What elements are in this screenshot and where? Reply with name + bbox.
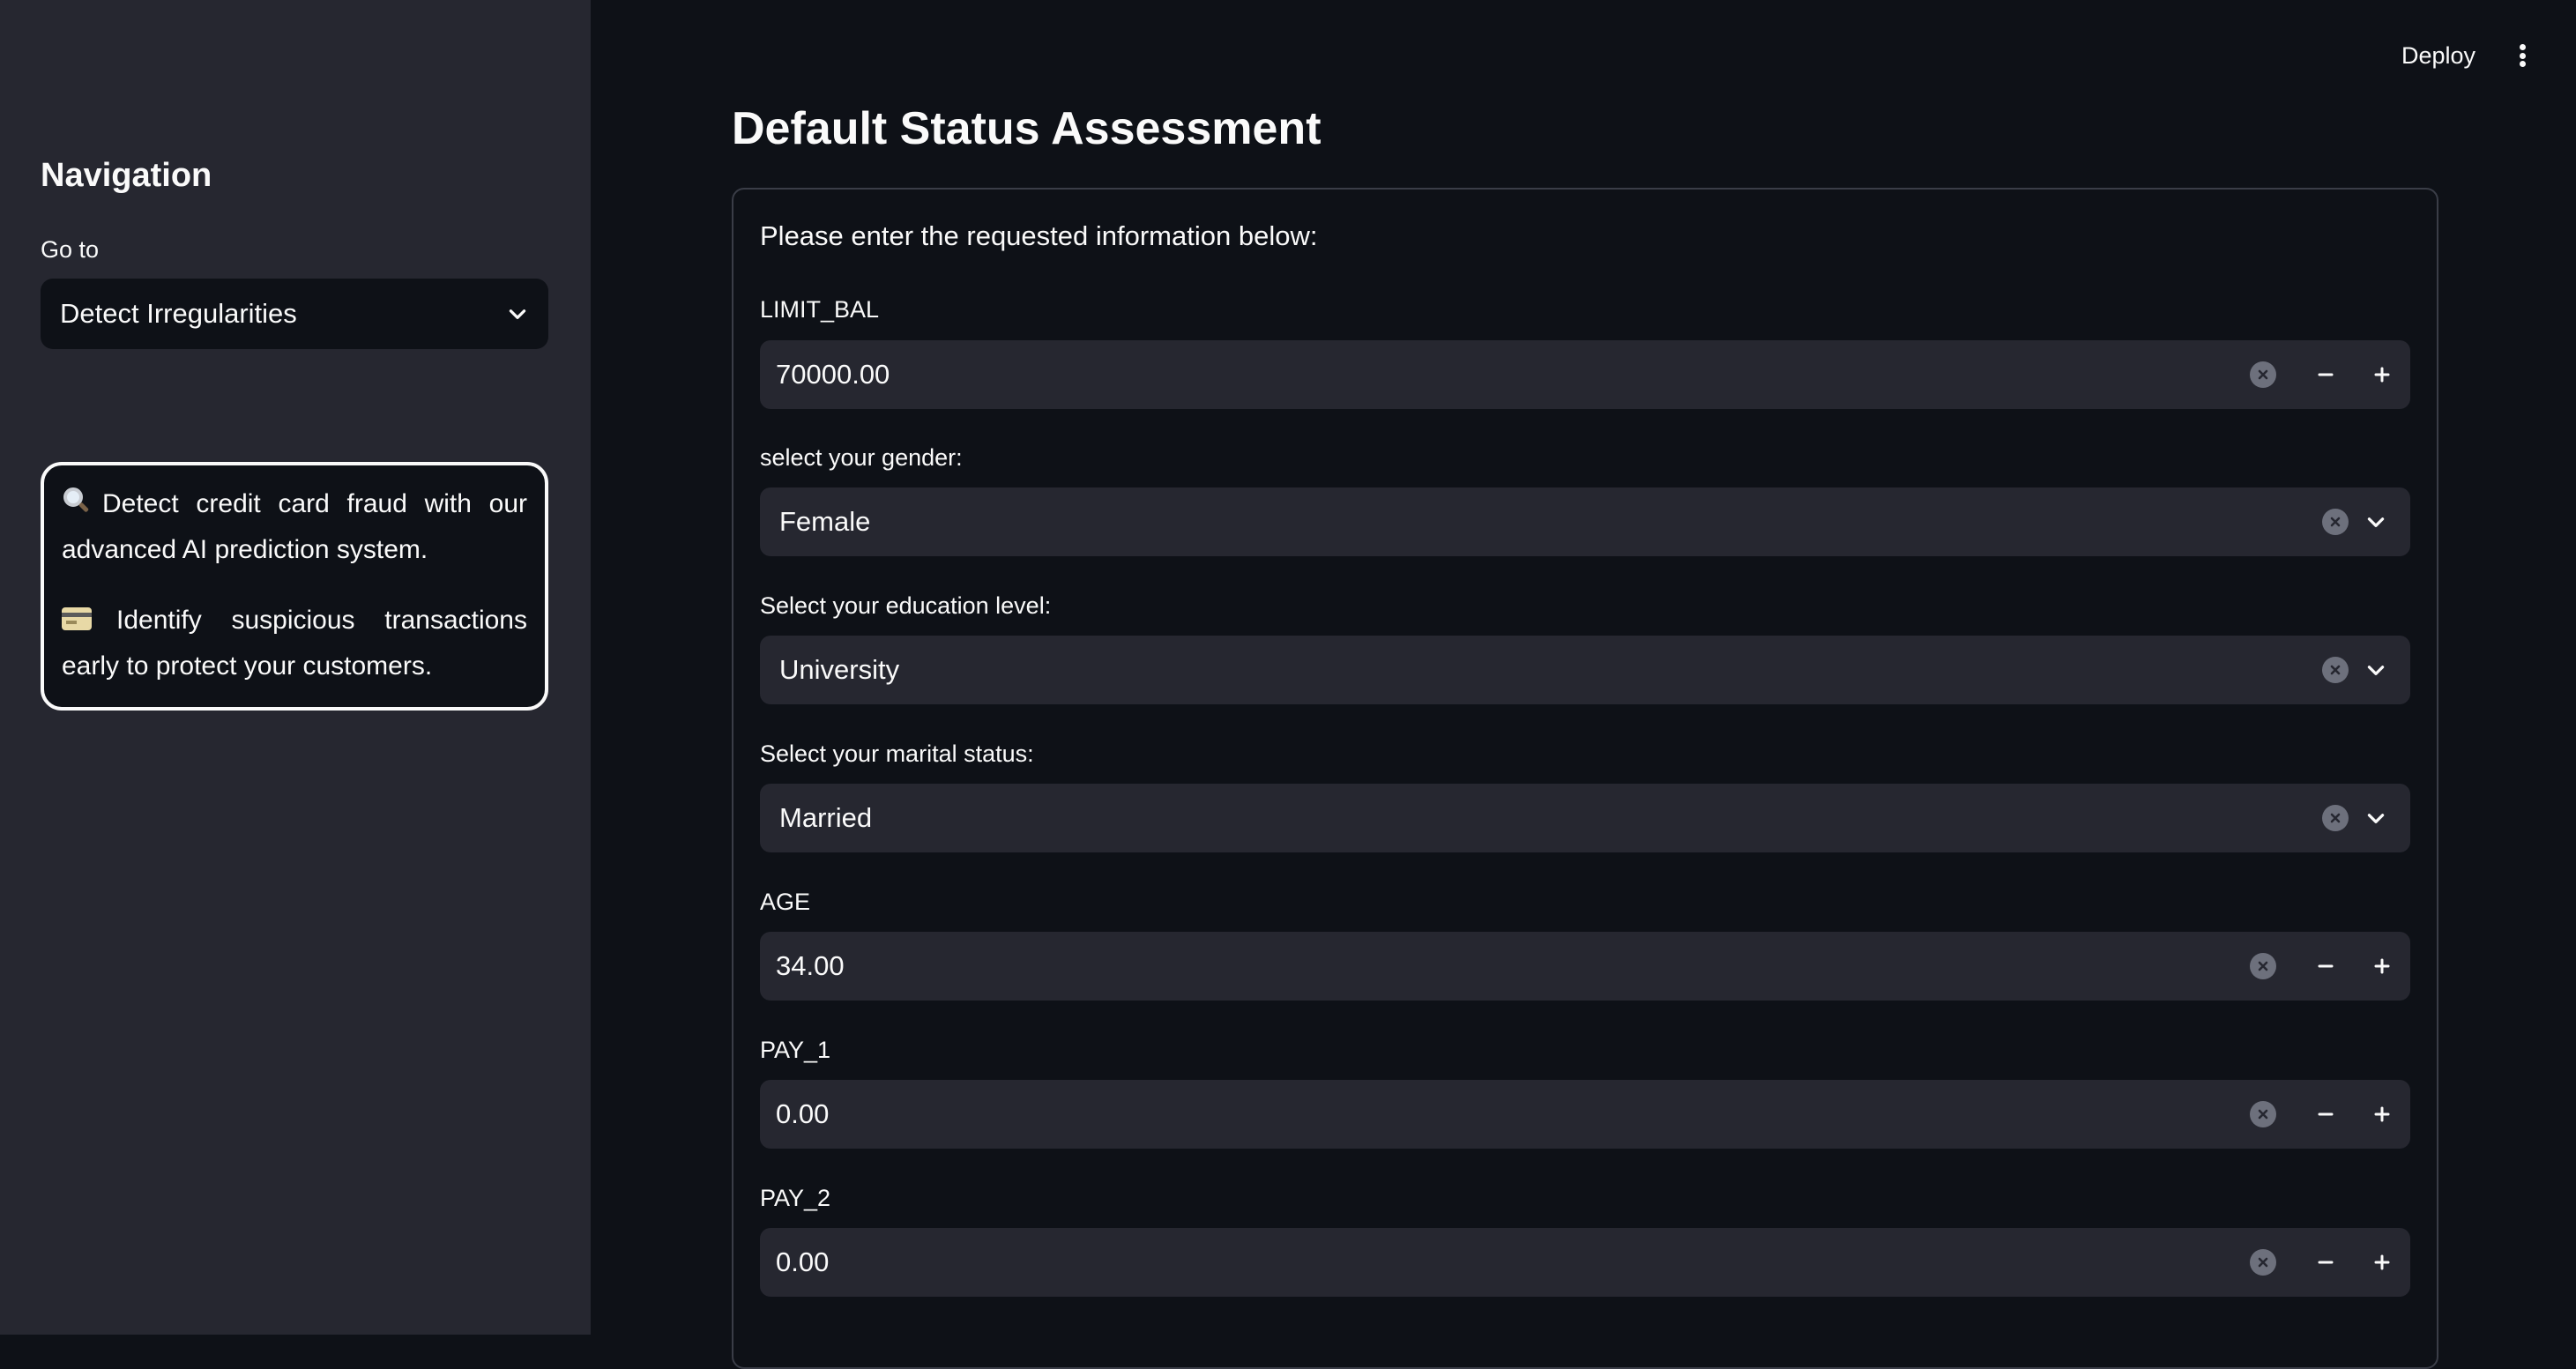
increment-button[interactable] [2354, 932, 2410, 1001]
clear-icon[interactable] [2322, 805, 2349, 831]
pay-2-label: PAY_2 [760, 1185, 831, 1211]
age-input[interactable]: 34.00 [760, 932, 2410, 1001]
education-value: University [779, 654, 900, 685]
pay-1-label: PAY_1 [760, 1037, 831, 1063]
increment-button[interactable] [2354, 1080, 2410, 1149]
pay-2-input[interactable]: 0.00 [760, 1228, 2410, 1297]
chevron-down-icon [506, 302, 529, 325]
gender-label: select your gender: [760, 444, 963, 471]
chevron-down-icon[interactable] [2364, 510, 2387, 533]
clear-icon[interactable] [2250, 361, 2276, 388]
pay-1-input[interactable]: 0.00 [760, 1080, 2410, 1149]
sidebar: Navigation Go to Detect Irregularities D… [0, 0, 591, 1335]
increment-button[interactable] [2354, 340, 2410, 409]
deploy-button[interactable]: Deploy [2401, 42, 2475, 70]
education-select[interactable]: University [760, 636, 2410, 704]
info-text: Detect credit card fraud with our advanc… [62, 489, 527, 564]
gender-select[interactable]: Female [760, 487, 2410, 556]
chevron-down-icon[interactable] [2364, 658, 2387, 681]
clear-icon[interactable] [2322, 509, 2349, 535]
education-label: Select your education level: [760, 592, 1052, 619]
page-select-dropdown[interactable]: Detect Irregularities [41, 279, 548, 349]
marital-status-select[interactable]: Married [760, 784, 2410, 852]
chevron-down-icon[interactable] [2364, 807, 2387, 830]
info-text: Identify suspicious transactions early t… [62, 606, 527, 681]
decrement-button[interactable] [2297, 1228, 2354, 1297]
more-menu-icon[interactable] [2509, 41, 2535, 71]
clear-icon[interactable] [2250, 953, 2276, 979]
goto-label: Go to [41, 236, 100, 263]
credit-card-icon [62, 607, 92, 630]
clear-icon[interactable] [2250, 1101, 2276, 1127]
decrement-button[interactable] [2297, 932, 2354, 1001]
limit-bal-value[interactable]: 70000.00 [760, 359, 2250, 391]
limit-bal-input[interactable]: 70000.00 [760, 340, 2410, 409]
pay-2-value[interactable]: 0.00 [760, 1246, 2250, 1278]
sidebar-title: Navigation [41, 157, 212, 194]
age-value[interactable]: 34.00 [760, 950, 2250, 982]
clear-icon[interactable] [2250, 1249, 2276, 1276]
limit-bal-label: LIMIT_BAL [760, 296, 880, 323]
decrement-button[interactable] [2297, 1080, 2354, 1149]
marital-status-value: Married [779, 802, 873, 833]
clear-icon[interactable] [2322, 657, 2349, 683]
increment-button[interactable] [2354, 1228, 2410, 1297]
magnifier-icon [62, 487, 90, 514]
age-label: AGE [760, 889, 811, 915]
info-item: Detect credit card fraud with our advanc… [62, 481, 527, 573]
page-select-value: Detect Irregularities [60, 298, 297, 329]
marital-status-label: Select your marital status: [760, 740, 1034, 767]
decrement-button[interactable] [2297, 340, 2354, 409]
pay-1-value[interactable]: 0.00 [760, 1098, 2250, 1130]
info-box: Detect credit card fraud with our advanc… [41, 462, 548, 711]
form-intro: Please enter the requested information b… [760, 220, 1318, 251]
page-title: Default Status Assessment [732, 103, 1322, 154]
info-item: Identify suspicious transactions early t… [62, 598, 527, 689]
gender-value: Female [779, 506, 871, 537]
